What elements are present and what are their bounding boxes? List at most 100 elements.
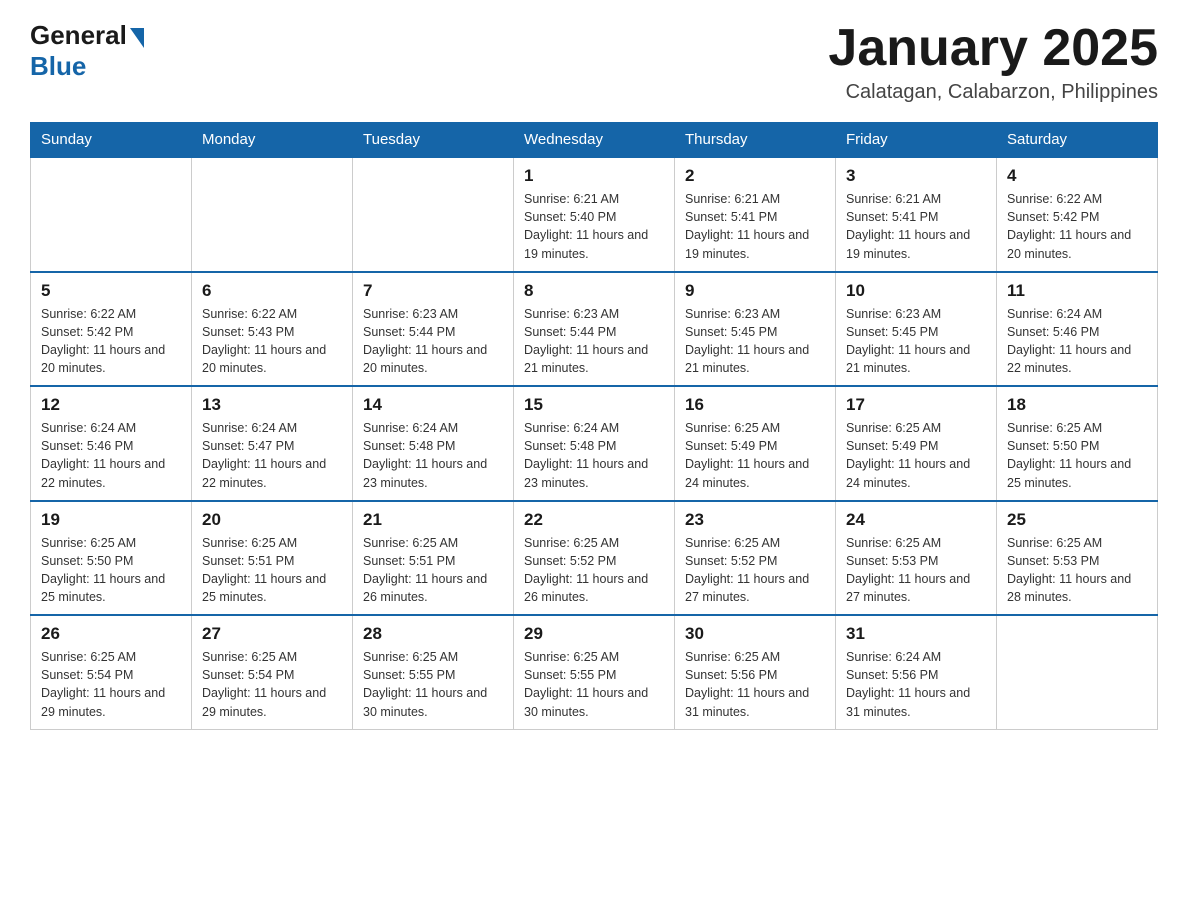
calendar-cell <box>353 157 514 272</box>
month-title: January 2025 <box>828 20 1158 77</box>
column-header-thursday: Thursday <box>675 123 836 158</box>
week-row-2: 5 Sunrise: 6:22 AMSunset: 5:42 PMDaylight… <box>31 272 1158 387</box>
day-number: 3 <box>846 166 986 186</box>
calendar-cell <box>997 615 1158 729</box>
week-row-5: 26Sunrise: 6:25 AMSunset: 5:54 PMDayligh… <box>31 615 1158 729</box>
day-info: Sunrise: 6:22 AMSunset: 5:42 PMDaylight:… <box>1007 190 1147 263</box>
logo: General Blue <box>30 20 144 82</box>
day-number: 28 <box>363 624 503 644</box>
day-number: 10 <box>846 281 986 301</box>
day-info: Sunrise: 6:21 AMSunset: 5:40 PMDaylight:… <box>524 190 664 263</box>
calendar-cell: 10Sunrise: 6:23 AMSunset: 5:45 PMDayligh… <box>836 272 997 387</box>
day-info: Sunrise: 6:25 AMSunset: 5:50 PMDaylight:… <box>41 534 181 607</box>
calendar-cell: 1Sunrise: 6:21 AMSunset: 5:40 PMDaylight… <box>514 157 675 272</box>
calendar-table: SundayMondayTuesdayWednesdayThursdayFrid… <box>30 122 1158 730</box>
calendar-cell: 30Sunrise: 6:25 AMSunset: 5:56 PMDayligh… <box>675 615 836 729</box>
day-info: Sunrise: 6:25 AMSunset: 5:54 PMDaylight:… <box>41 648 181 721</box>
calendar-cell: 9 Sunrise: 6:23 AMSunset: 5:45 PMDaylight… <box>675 272 836 387</box>
day-number: 12 <box>41 395 181 415</box>
day-info: Sunrise: 6:25 AMSunset: 5:52 PMDaylight:… <box>685 534 825 607</box>
location-title: Calatagan, Calabarzon, Philippines <box>828 81 1158 104</box>
day-info: Sunrise: 6:23 AMSunset: 5:45 PMDaylight:… <box>685 305 825 378</box>
week-row-4: 19 Sunrise: 6:25 AMSunset: 5:50 PMDayligh… <box>31 501 1158 616</box>
day-number: 20 <box>202 510 342 530</box>
day-number: 19 <box>41 510 181 530</box>
day-info: Sunrise: 6:24 AMSunset: 5:48 PMDaylight:… <box>524 419 664 492</box>
day-number: 25 <box>1007 510 1147 530</box>
calendar-cell: 22 Sunrise: 6:25 AMSunset: 5:52 PMDayligh… <box>514 501 675 616</box>
calendar-cell <box>31 157 192 272</box>
logo-arrow-icon <box>130 28 144 48</box>
day-number: 5 <box>41 281 181 301</box>
calendar-cell: 15 Sunrise: 6:24 AMSunset: 5:48 PMDayligh… <box>514 386 675 501</box>
calendar-cell: 18 Sunrise: 6:25 AMSunset: 5:50 PMDayligh… <box>997 386 1158 501</box>
day-info: Sunrise: 6:24 AMSunset: 5:46 PMDaylight:… <box>1007 305 1147 378</box>
calendar-cell: 16 Sunrise: 6:25 AMSunset: 5:49 PMDayligh… <box>675 386 836 501</box>
week-row-3: 12 Sunrise: 6:24 AMSunset: 5:46 PMDayligh… <box>31 386 1158 501</box>
day-info: Sunrise: 6:24 AMSunset: 5:48 PMDaylight:… <box>363 419 503 492</box>
day-info: Sunrise: 6:22 AMSunset: 5:43 PMDaylight:… <box>202 305 342 378</box>
column-header-friday: Friday <box>836 123 997 158</box>
day-number: 22 <box>524 510 664 530</box>
calendar-cell: 8 Sunrise: 6:23 AMSunset: 5:44 PMDaylight… <box>514 272 675 387</box>
day-number: 27 <box>202 624 342 644</box>
day-number: 2 <box>685 166 825 186</box>
calendar-cell: 13 Sunrise: 6:24 AMSunset: 5:47 PMDayligh… <box>192 386 353 501</box>
day-number: 21 <box>363 510 503 530</box>
day-info: Sunrise: 6:25 AMSunset: 5:49 PMDaylight:… <box>846 419 986 492</box>
day-info: Sunrise: 6:25 AMSunset: 5:51 PMDaylight:… <box>202 534 342 607</box>
logo-general-text: General <box>30 20 127 51</box>
day-info: Sunrise: 6:25 AMSunset: 5:56 PMDaylight:… <box>685 648 825 721</box>
day-number: 8 <box>524 281 664 301</box>
day-info: Sunrise: 6:25 AMSunset: 5:53 PMDaylight:… <box>1007 534 1147 607</box>
calendar-cell: 12 Sunrise: 6:24 AMSunset: 5:46 PMDayligh… <box>31 386 192 501</box>
day-number: 24 <box>846 510 986 530</box>
day-info: Sunrise: 6:25 AMSunset: 5:53 PMDaylight:… <box>846 534 986 607</box>
calendar-cell: 28 Sunrise: 6:25 AMSunset: 5:55 PMDayligh… <box>353 615 514 729</box>
day-number: 4 <box>1007 166 1147 186</box>
calendar-cell: 27 Sunrise: 6:25 AMSunset: 5:54 PMDayligh… <box>192 615 353 729</box>
day-info: Sunrise: 6:25 AMSunset: 5:52 PMDaylight:… <box>524 534 664 607</box>
day-info: Sunrise: 6:23 AMSunset: 5:44 PMDaylight:… <box>524 305 664 378</box>
calendar-cell: 17Sunrise: 6:25 AMSunset: 5:49 PMDayligh… <box>836 386 997 501</box>
calendar-cell: 20 Sunrise: 6:25 AMSunset: 5:51 PMDayligh… <box>192 501 353 616</box>
day-info: Sunrise: 6:24 AMSunset: 5:47 PMDaylight:… <box>202 419 342 492</box>
calendar-cell: 11 Sunrise: 6:24 AMSunset: 5:46 PMDayligh… <box>997 272 1158 387</box>
calendar-cell: 2 Sunrise: 6:21 AMSunset: 5:41 PMDaylight… <box>675 157 836 272</box>
day-info: Sunrise: 6:25 AMSunset: 5:54 PMDaylight:… <box>202 648 342 721</box>
column-header-tuesday: Tuesday <box>353 123 514 158</box>
logo-text: General <box>30 20 144 51</box>
column-header-wednesday: Wednesday <box>514 123 675 158</box>
calendar-cell <box>192 157 353 272</box>
day-number: 31 <box>846 624 986 644</box>
title-block: January 2025 Calatagan, Calabarzon, Phil… <box>828 20 1158 104</box>
page-header: General Blue January 2025 Calatagan, Cal… <box>30 20 1158 104</box>
calendar-cell: 4 Sunrise: 6:22 AMSunset: 5:42 PMDaylight… <box>997 157 1158 272</box>
day-info: Sunrise: 6:22 AMSunset: 5:42 PMDaylight:… <box>41 305 181 378</box>
day-number: 7 <box>363 281 503 301</box>
calendar-cell: 31 Sunrise: 6:24 AMSunset: 5:56 PMDayligh… <box>836 615 997 729</box>
calendar-cell: 23 Sunrise: 6:25 AMSunset: 5:52 PMDayligh… <box>675 501 836 616</box>
day-number: 11 <box>1007 281 1147 301</box>
logo-blue-text: Blue <box>30 51 86 82</box>
day-info: Sunrise: 6:24 AMSunset: 5:46 PMDaylight:… <box>41 419 181 492</box>
day-info: Sunrise: 6:25 AMSunset: 5:55 PMDaylight:… <box>524 648 664 721</box>
day-number: 16 <box>685 395 825 415</box>
calendar-cell: 24 Sunrise: 6:25 AMSunset: 5:53 PMDayligh… <box>836 501 997 616</box>
day-number: 9 <box>685 281 825 301</box>
calendar-cell: 26Sunrise: 6:25 AMSunset: 5:54 PMDayligh… <box>31 615 192 729</box>
day-info: Sunrise: 6:25 AMSunset: 5:49 PMDaylight:… <box>685 419 825 492</box>
day-number: 14 <box>363 395 503 415</box>
day-number: 15 <box>524 395 664 415</box>
day-number: 13 <box>202 395 342 415</box>
calendar-cell: 29Sunrise: 6:25 AMSunset: 5:55 PMDayligh… <box>514 615 675 729</box>
day-info: Sunrise: 6:25 AMSunset: 5:55 PMDaylight:… <box>363 648 503 721</box>
day-number: 18 <box>1007 395 1147 415</box>
calendar-cell: 14 Sunrise: 6:24 AMSunset: 5:48 PMDayligh… <box>353 386 514 501</box>
day-info: Sunrise: 6:25 AMSunset: 5:51 PMDaylight:… <box>363 534 503 607</box>
day-info: Sunrise: 6:24 AMSunset: 5:56 PMDaylight:… <box>846 648 986 721</box>
day-info: Sunrise: 6:25 AMSunset: 5:50 PMDaylight:… <box>1007 419 1147 492</box>
day-info: Sunrise: 6:21 AMSunset: 5:41 PMDaylight:… <box>846 190 986 263</box>
day-number: 23 <box>685 510 825 530</box>
day-info: Sunrise: 6:21 AMSunset: 5:41 PMDaylight:… <box>685 190 825 263</box>
